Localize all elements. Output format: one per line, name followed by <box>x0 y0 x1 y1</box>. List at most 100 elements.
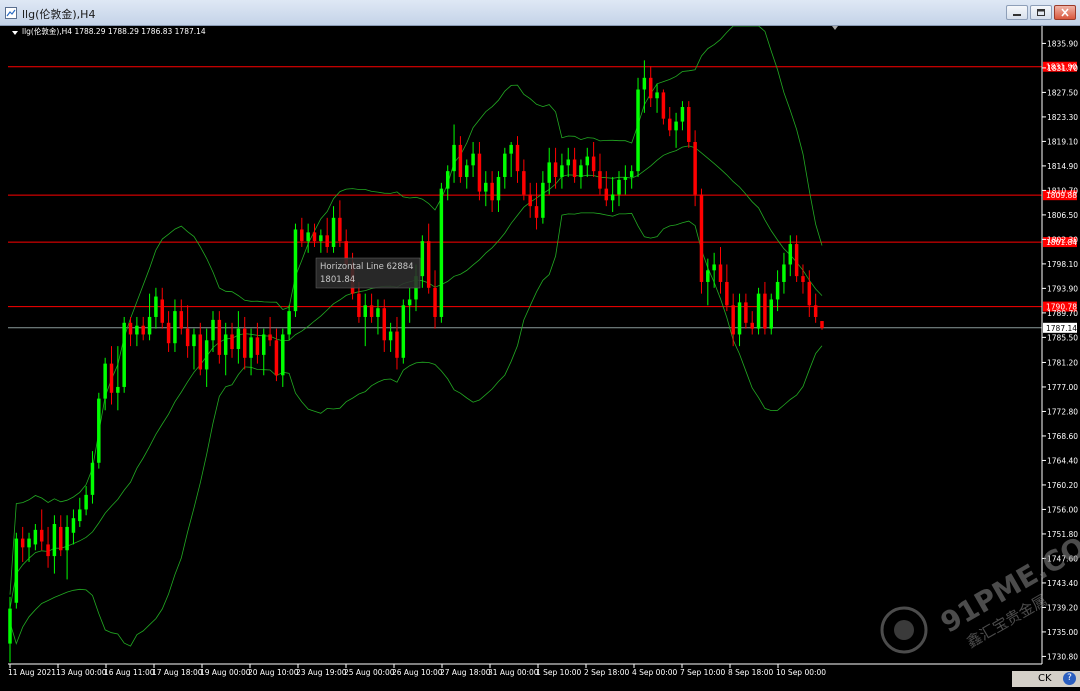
candle-body <box>407 299 412 306</box>
candle-body <box>363 305 367 317</box>
time-tick-label: 4 Sep 00:00 <box>632 668 678 677</box>
candle-body <box>185 328 190 347</box>
price-tick-label: 1819.10 <box>1047 137 1078 146</box>
window-title: llg(伦敦金),H4 <box>22 8 96 21</box>
time-tick-label: 11 Aug 2021 <box>8 668 56 677</box>
price-tick-label: 1806.50 <box>1047 211 1078 220</box>
candle-body <box>807 281 812 306</box>
price-tick-label: 1772.80 <box>1047 407 1078 416</box>
candle-body <box>116 386 120 393</box>
candle-body <box>706 270 710 282</box>
price-tick-label: 1768.60 <box>1047 432 1078 441</box>
price-tick-label: 1739.20 <box>1047 603 1078 612</box>
time-tick-label: 26 Aug 10:00 <box>392 668 443 677</box>
candle-body <box>471 153 475 166</box>
price-tick-label: 1793.90 <box>1047 284 1078 293</box>
candle-body <box>642 77 647 90</box>
time-tick-label: 1 Sep 10:00 <box>536 668 582 677</box>
candle-body <box>223 334 228 355</box>
price-tick-label: 1781.20 <box>1047 358 1078 367</box>
candle-body <box>433 287 437 317</box>
minimize-button[interactable] <box>1006 5 1028 20</box>
candle-body <box>255 337 260 355</box>
time-tick-label: 25 Aug 00:00 <box>344 668 395 677</box>
candle-body <box>376 308 380 317</box>
time-tick-label: 2 Sep 18:00 <box>584 668 630 677</box>
candle-body <box>541 182 545 218</box>
price-tick-label: 1735.00 <box>1047 628 1078 637</box>
candle-body <box>198 334 203 370</box>
restore-icon <box>1037 9 1045 16</box>
candle-body <box>445 171 450 189</box>
ck-label[interactable]: CK <box>1038 673 1052 684</box>
price-tick-label: 1810.70 <box>1047 186 1078 195</box>
candle-body <box>211 319 215 341</box>
candle-body <box>585 156 590 166</box>
candle-body <box>59 526 63 551</box>
candle-body <box>268 334 272 341</box>
candle-body <box>331 217 336 247</box>
candle-body <box>629 171 634 177</box>
candle-body <box>598 171 602 189</box>
shift-marker-icon[interactable] <box>832 26 838 30</box>
candle-body <box>401 305 406 358</box>
price-tick-label: 1777.00 <box>1047 383 1078 392</box>
candle-body <box>382 308 387 341</box>
time-tick-label: 31 Aug 00:00 <box>488 668 539 677</box>
candle-body <box>763 293 767 329</box>
candle-body <box>617 179 621 195</box>
time-tick-label: 23 Aug 19:00 <box>296 668 347 677</box>
candle-body <box>141 325 145 335</box>
candle-body <box>503 153 507 177</box>
candle-body <box>528 194 532 207</box>
candle-body <box>680 106 685 122</box>
chart-area[interactable]: 1831.90 1809.88 1801.84 1790.78 1787.14 1835… <box>0 25 1080 687</box>
candle-body <box>103 363 107 399</box>
candle-body <box>8 608 12 644</box>
candle-body <box>39 529 44 542</box>
candle-body <box>560 165 564 177</box>
candle-body <box>166 322 171 344</box>
candle-body <box>65 526 69 551</box>
candle-body <box>52 524 57 557</box>
candle-body <box>496 176 501 201</box>
candle-body <box>173 311 177 344</box>
candle-body <box>27 538 31 548</box>
candle-body <box>490 182 494 201</box>
price-chart[interactable]: 1831.901809.881801.841790.781787.14 1835… <box>0 25 1080 687</box>
candle-body <box>230 334 234 350</box>
price-tick-label: 1785.50 <box>1047 333 1078 342</box>
candle-body <box>90 462 95 495</box>
close-icon <box>1061 8 1069 17</box>
candle-body <box>109 363 114 393</box>
title-bar[interactable]: llg(伦敦金),H4 <box>0 0 1080 26</box>
candle-body <box>122 322 126 387</box>
candle-body <box>293 229 298 312</box>
maximize-button[interactable] <box>1030 5 1052 20</box>
header-arrow-icon <box>12 31 18 35</box>
price-tick-label: 1764.40 <box>1047 456 1078 465</box>
candle-body <box>369 305 374 317</box>
candle-body <box>287 311 291 335</box>
time-tick-label: 17 Aug 18:00 <box>152 668 203 677</box>
tooltip-line1: Horizontal Line 62884 <box>320 262 414 272</box>
candle-body <box>725 281 729 306</box>
candle-body <box>553 162 558 177</box>
price-tick-label: 1835.90 <box>1047 39 1078 48</box>
candle-body <box>14 538 19 603</box>
time-tick-label: 16 Aug 11:00 <box>104 668 155 677</box>
close-button[interactable] <box>1054 5 1076 20</box>
help-icon[interactable]: ? <box>1063 672 1076 685</box>
candle-body <box>687 106 691 142</box>
candle-body <box>147 316 152 335</box>
time-tick-label: 10 Sep 00:00 <box>776 668 826 677</box>
candle-body <box>426 241 431 288</box>
candle-body <box>820 321 824 329</box>
price-tick-label: 1802.30 <box>1047 235 1078 244</box>
candle-body <box>20 538 25 548</box>
time-tick-label: 19 Aug 00:00 <box>200 668 251 677</box>
price-tick-label: 1831.70 <box>1047 64 1078 73</box>
price-tick-label: 1827.50 <box>1047 88 1078 97</box>
chart-header: llg(伦敦金),H4 1788.29 1788.29 1786.83 1787… <box>22 26 206 36</box>
candle-body <box>668 118 672 131</box>
